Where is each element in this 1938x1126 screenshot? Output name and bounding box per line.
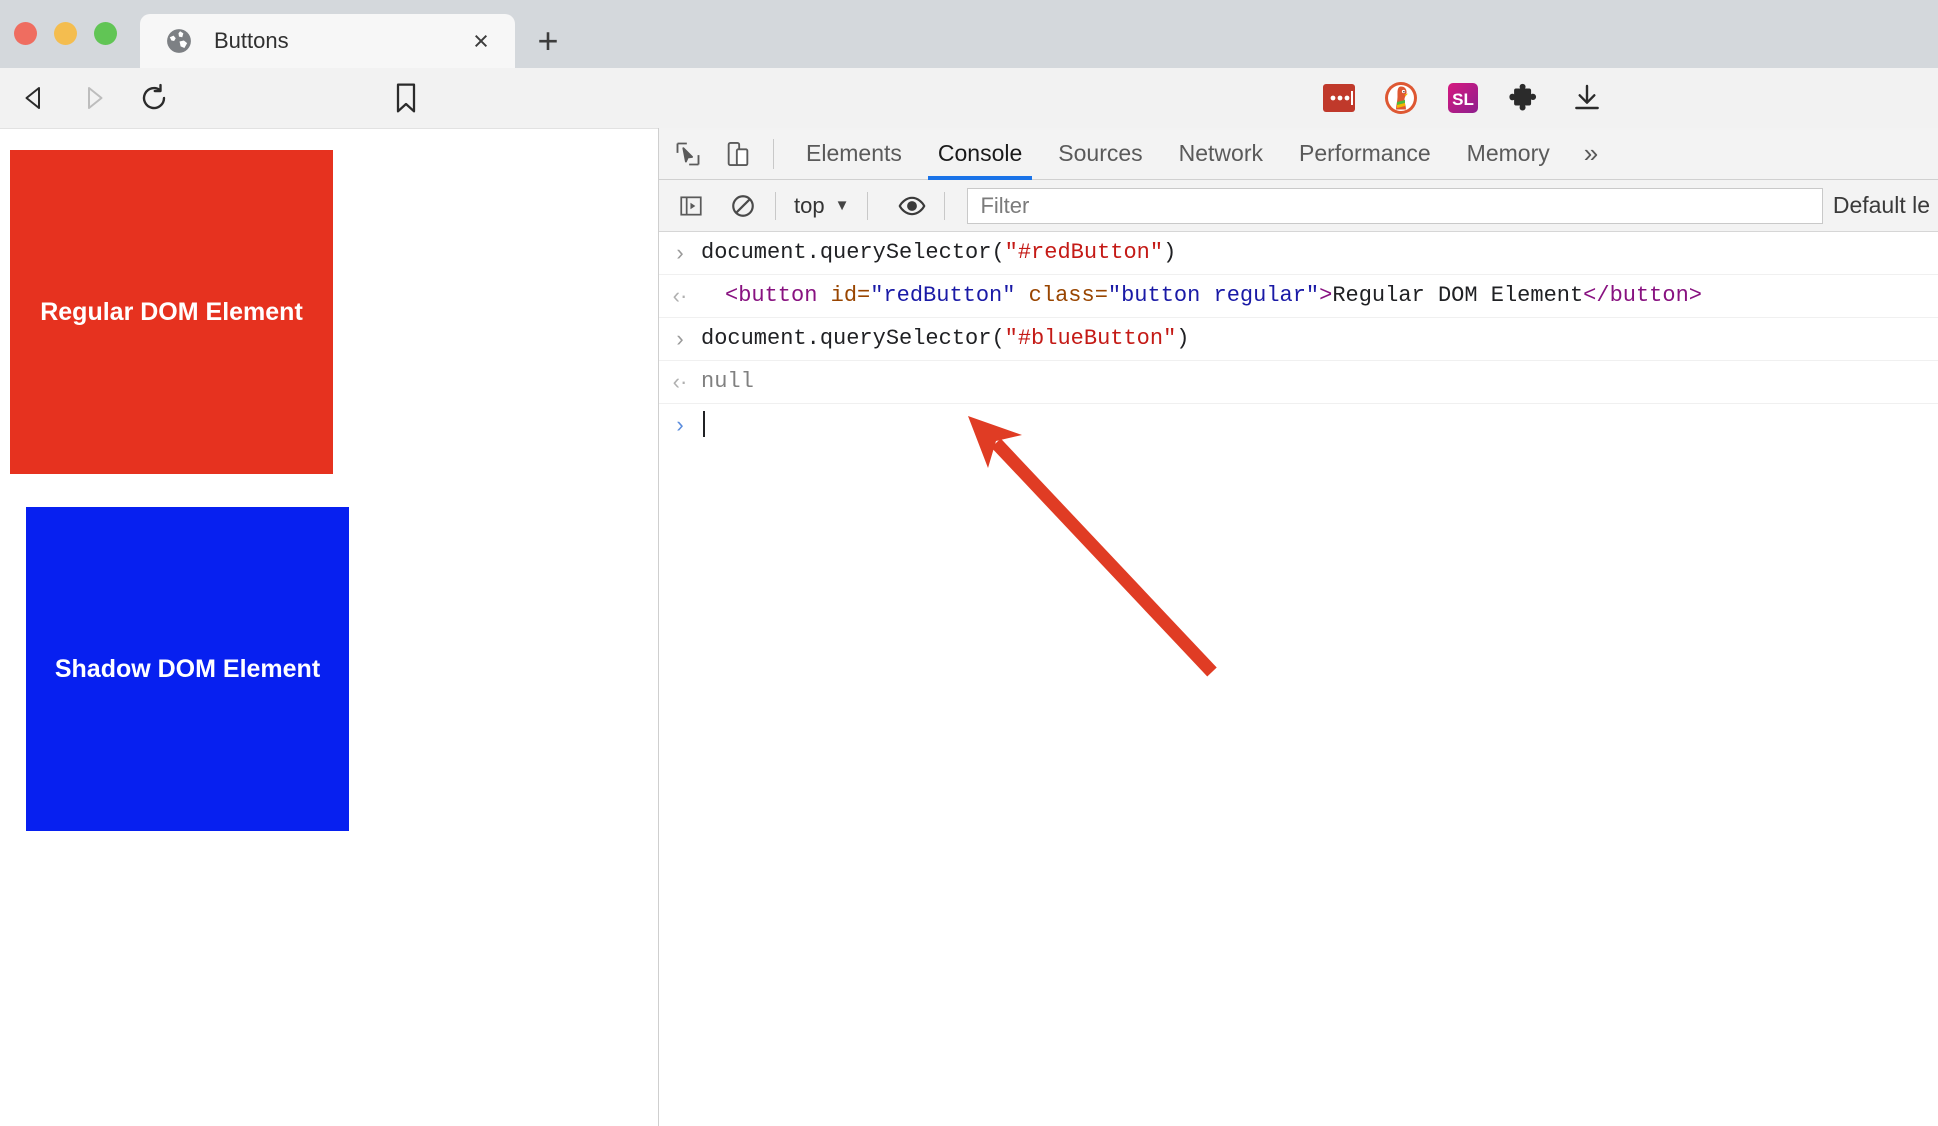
minimize-window-button[interactable] — [54, 22, 77, 45]
tab-label: Elements — [806, 140, 902, 166]
console-expression: document.querySelector("#blueButton") — [701, 326, 1190, 351]
console-filter-input[interactable] — [967, 187, 1823, 224]
more-tabs-chevron-icon[interactable]: » — [1568, 138, 1614, 169]
divider — [944, 191, 946, 220]
console-prompt-row[interactable]: › — [659, 404, 1938, 446]
devtools-tab-bar: Elements Console Sources Network Perform… — [659, 128, 1938, 180]
console-result-chevron-icon: ‹· — [672, 369, 688, 394]
tab-label: Memory — [1466, 140, 1550, 166]
bookmark-icon[interactable] — [380, 72, 432, 124]
tab-label: Network — [1178, 140, 1263, 166]
console-row[interactable]: › document.querySelector("#blueButton") — [659, 318, 1938, 361]
console-row[interactable]: › document.querySelector("#redButton") — [659, 232, 1938, 275]
svg-text:SL: SL — [1452, 90, 1474, 109]
tab-label: Console — [937, 140, 1023, 166]
tab-label: Performance — [1299, 140, 1431, 166]
back-arrow-icon[interactable] — [8, 72, 60, 124]
console-toolbar: top ▼ Default le — [659, 180, 1938, 232]
regular-dom-element-button[interactable]: Regular DOM Element — [10, 150, 333, 474]
divider — [775, 191, 776, 220]
tab-label: Sources — [1058, 140, 1143, 166]
browser-window: Buttons × + SL Regular DOM Element Shado… — [0, 0, 1938, 1126]
tab-title: Buttons — [214, 28, 289, 53]
live-expression-eye-icon[interactable] — [892, 186, 932, 226]
console-result-html: <button id="redButton" class="button reg… — [725, 283, 1702, 308]
console-input-chevron-icon: › — [676, 240, 684, 265]
tab-performance[interactable]: Performance — [1281, 128, 1449, 180]
lastpass-extension-icon[interactable] — [1320, 79, 1358, 117]
tab-strip: Buttons × + — [0, 0, 1938, 68]
browser-tab[interactable]: Buttons × — [140, 14, 515, 68]
close-icon[interactable]: × — [463, 23, 499, 59]
shadow-dom-element-button[interactable]: Shadow DOM Element — [26, 507, 349, 831]
tab-memory[interactable]: Memory — [1449, 128, 1568, 180]
console-row[interactable]: ‹· null — [659, 361, 1938, 404]
devtools-panel: Elements Console Sources Network Perform… — [658, 128, 1938, 1126]
page-viewport: Regular DOM Element Shadow DOM Element — [0, 128, 658, 1126]
tab-elements[interactable]: Elements — [788, 128, 920, 180]
divider — [867, 191, 869, 220]
tab-network[interactable]: Network — [1161, 128, 1281, 180]
duckduckgo-extension-icon[interactable] — [1382, 79, 1420, 117]
log-levels-selector[interactable]: Default le — [1833, 192, 1938, 219]
tab-sources[interactable]: Sources — [1040, 128, 1160, 180]
nav-buttons-group — [0, 68, 432, 128]
puzzle-extensions-icon[interactable] — [1506, 79, 1544, 117]
console-input-chevron-icon: › — [676, 326, 684, 351]
globe-icon — [166, 28, 192, 54]
console-prompt-chevron-icon: › — [676, 412, 684, 437]
extensions-toolbar: SL — [1320, 68, 1606, 128]
inspect-element-icon[interactable] — [667, 133, 709, 175]
clear-console-icon[interactable] — [723, 186, 763, 226]
zoom-window-button[interactable] — [94, 22, 117, 45]
divider — [773, 138, 774, 169]
reload-icon[interactable] — [128, 72, 180, 124]
console-row[interactable]: ‹· <button id="redButton" class="button … — [659, 275, 1938, 318]
tab-console[interactable]: Console — [920, 128, 1040, 180]
device-toolbar-icon[interactable] — [717, 133, 759, 175]
execution-context-selector[interactable]: top ▼ — [788, 193, 855, 219]
forward-arrow-icon — [68, 72, 120, 124]
console-sidebar-icon[interactable] — [671, 186, 711, 226]
console-result-null: null — [701, 369, 754, 394]
console-output[interactable]: › document.querySelector("#redButton") ‹… — [659, 232, 1938, 1126]
new-tab-button[interactable]: + — [527, 20, 569, 62]
execution-context-label: top — [794, 192, 825, 218]
console-prompt-input[interactable] — [701, 410, 1938, 440]
downloads-icon[interactable] — [1568, 79, 1606, 117]
text-cursor — [703, 411, 705, 438]
window-traffic-lights — [14, 22, 117, 45]
console-expression: document.querySelector("#redButton") — [701, 240, 1177, 265]
navigation-toolbar: http://localhost:8000 — [0, 68, 1938, 193]
chevron-down-icon: ▼ — [834, 197, 850, 214]
sl-extension-icon[interactable]: SL — [1444, 79, 1482, 117]
close-window-button[interactable] — [14, 22, 37, 45]
console-result-chevron-icon: ‹· — [672, 283, 688, 308]
